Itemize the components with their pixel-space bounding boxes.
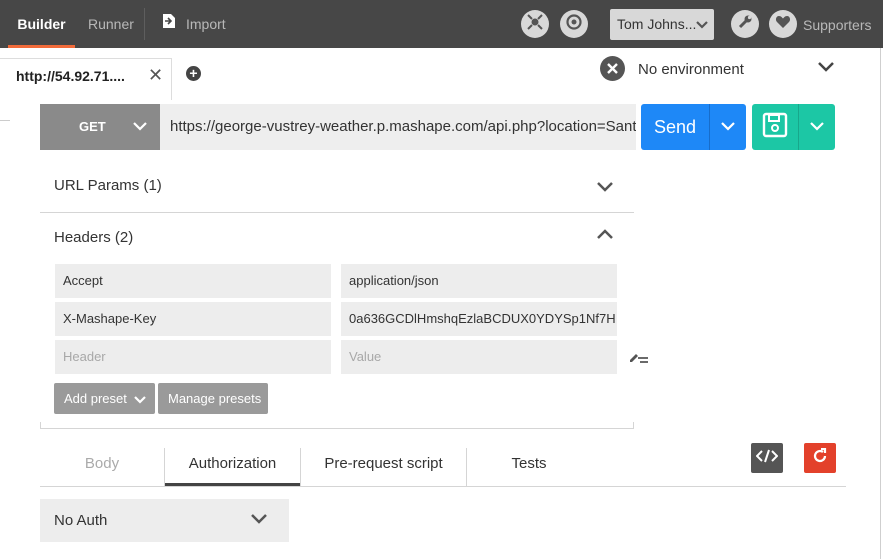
divider [40, 422, 41, 429]
supporters-button[interactable] [769, 10, 797, 38]
auth-type-select[interactable]: No Auth [40, 499, 289, 542]
user-menu-button[interactable]: Tom Johns... [610, 9, 714, 40]
bulk-edit-icon[interactable] [628, 348, 650, 369]
import-button[interactable]: Import [162, 0, 226, 48]
chevron-up-icon[interactable] [596, 227, 614, 245]
code-icon [755, 449, 779, 468]
environment-selector[interactable]: No environment [638, 61, 744, 78]
add-preset-button[interactable]: Add preset [54, 383, 155, 414]
top-bar: Builder Runner Import Tom Johns... Suppo… [0, 0, 883, 48]
divider [0, 120, 10, 121]
url-params-section[interactable]: URL Params (1) [40, 160, 634, 212]
tab-runner[interactable]: Runner [88, 0, 134, 48]
url-params-title: URL Params (1) [54, 177, 162, 194]
method-label: GET [79, 119, 106, 134]
request-tab[interactable]: http://54.92.71.... ✕ [0, 58, 172, 100]
save-dropdown-button[interactable] [798, 104, 835, 150]
chevron-down-icon [133, 119, 147, 134]
url-input[interactable]: https://george-vustrey-weather.p.mashape… [160, 104, 636, 150]
auth-type-value: No Auth [54, 512, 108, 529]
chevron-down-icon[interactable] [817, 60, 835, 78]
generate-code-button[interactable] [751, 443, 783, 473]
divider [633, 422, 634, 429]
header-key-input[interactable]: Header [55, 340, 331, 374]
interceptor-button[interactable] [521, 10, 549, 38]
header-value-field[interactable]: application/json [341, 264, 617, 298]
heart-icon [775, 15, 791, 34]
close-icon[interactable]: ✕ [148, 65, 163, 86]
import-icon [162, 0, 176, 48]
chevron-down-icon [696, 9, 708, 40]
tab-builder[interactable]: Builder [8, 0, 75, 48]
request-tab-strip: http://54.92.71.... ✕ + No environment [0, 48, 883, 100]
refresh-icon [812, 447, 828, 469]
header-key-field[interactable]: X-Mashape-Key [55, 302, 331, 336]
user-name: Tom Johns... [617, 16, 697, 32]
manage-presets-button[interactable]: Manage presets [158, 383, 268, 414]
chevron-down-icon [250, 512, 268, 530]
save-button[interactable] [752, 104, 798, 150]
divider [40, 486, 846, 487]
send-button[interactable]: Send [641, 104, 709, 150]
reset-button[interactable] [804, 443, 836, 473]
add-tab-icon[interactable]: + [186, 66, 201, 81]
header-value-field[interactable]: 0a636GCDlHmshqEzlaBCDUX0YDYSp1Nf7H [341, 302, 617, 336]
tab-prerequest-script[interactable]: Pre-request script [301, 446, 466, 486]
sync-button[interactable] [560, 10, 588, 38]
environment-icon [600, 56, 625, 81]
chevron-down-icon [810, 118, 824, 136]
window-border [880, 48, 881, 559]
send-dropdown-button[interactable] [709, 104, 746, 150]
import-label: Import [186, 16, 226, 32]
method-select[interactable]: GET [40, 104, 160, 150]
sync-icon [565, 13, 583, 36]
tab-body[interactable]: Body [40, 446, 164, 486]
tab-tests[interactable]: Tests [467, 446, 591, 486]
chevron-down-icon[interactable] [596, 180, 614, 198]
interceptor-icon [526, 13, 544, 36]
header-key-field[interactable]: Accept [55, 264, 331, 298]
wrench-icon [737, 14, 753, 35]
divider [144, 8, 145, 40]
supporters-label[interactable]: Supporters [803, 0, 871, 48]
add-preset-label: Add preset [64, 391, 127, 406]
tab-authorization[interactable]: Authorization [165, 446, 300, 486]
headers-section[interactable]: Headers (2) [40, 213, 634, 259]
chevron-down-icon [131, 391, 146, 406]
headers-title: Headers (2) [54, 229, 134, 246]
header-value-input[interactable]: Value [341, 340, 617, 374]
divider [40, 428, 634, 429]
settings-button[interactable] [731, 10, 759, 38]
request-tab-label: http://54.92.71.... [16, 68, 125, 84]
chevron-down-icon [721, 118, 735, 136]
save-icon [762, 112, 788, 143]
